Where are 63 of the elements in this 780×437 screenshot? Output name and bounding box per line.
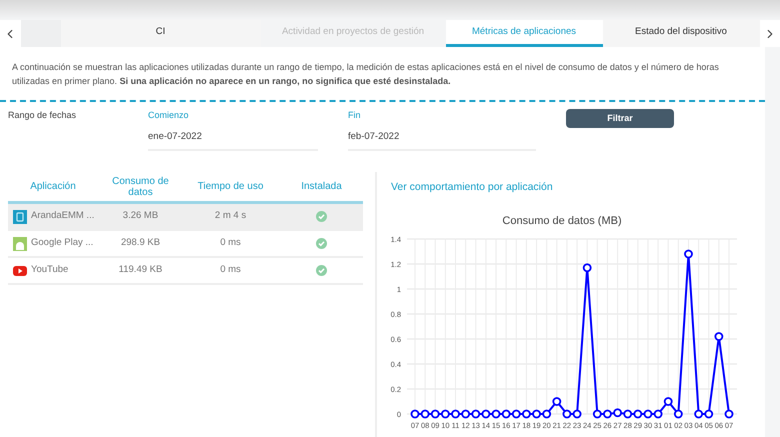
column-header: Instalada xyxy=(301,181,342,192)
data-point xyxy=(644,410,652,418)
description-text: A continuación se muestran las aplicaciones utilizadas durante un rango de tiempo, la medición de estas aplicaciones está en el nivel de consumo de datos y el número de horas utilizadas en primer plano. Si una aplicación no aparece en un rango, no significa que esté desinstalada. xyxy=(11,61,720,88)
app-name: Google Play ... xyxy=(31,236,94,250)
app-icon xyxy=(13,210,27,224)
data-point xyxy=(482,410,490,418)
start-date-field[interactable]: ene-07-2022 xyxy=(148,130,318,144)
next-tab-button[interactable] xyxy=(760,20,780,47)
data-point xyxy=(420,410,430,418)
previous-tab-button[interactable] xyxy=(0,20,20,47)
table-row[interactable]: ArandaEMM ... 3.26 MB 2 m 4 s xyxy=(8,204,363,231)
app-name: ArandaEMM ... xyxy=(31,209,94,224)
data-point xyxy=(664,397,673,406)
data-point xyxy=(562,410,572,418)
data-point xyxy=(582,263,592,272)
start-label: Comienzo xyxy=(148,109,190,122)
data-point xyxy=(694,410,704,418)
data-point xyxy=(471,410,480,418)
data-point xyxy=(623,410,632,418)
play-icon xyxy=(13,264,27,278)
data-point xyxy=(613,408,622,418)
date-range-label: Rango de fechas xyxy=(8,109,78,122)
end-label: Fin xyxy=(348,109,362,122)
data-point xyxy=(552,397,562,406)
table-cell-text: 0 ms xyxy=(219,236,242,250)
data-point xyxy=(592,410,602,418)
data-point xyxy=(542,410,552,418)
data-point xyxy=(674,410,683,418)
chart-title: Consumo de datos (MB) xyxy=(502,215,622,227)
table-cell-text: 119.49 KB xyxy=(118,263,164,278)
data-point xyxy=(724,410,734,418)
data-point xyxy=(502,410,511,418)
column-header: Tiempo de uso xyxy=(198,181,264,192)
tab[interactable]: Métricas de aplicaciones xyxy=(446,20,602,47)
data-point xyxy=(440,410,450,418)
table-cell-text: 3.26 MB xyxy=(122,209,160,224)
data-point xyxy=(461,410,470,418)
end-date-field[interactable]: feb-07-2022 xyxy=(348,130,536,144)
data-point xyxy=(532,410,541,418)
tab[interactable]: Estado del dispositivo xyxy=(602,20,760,47)
tab[interactable]: CI xyxy=(60,20,260,47)
app-name: YouTube xyxy=(31,263,68,278)
filter-button[interactable]: Filtrar xyxy=(566,109,674,128)
data-point xyxy=(451,410,460,418)
data-point xyxy=(603,410,612,418)
android-icon xyxy=(13,236,27,250)
column-header: Consumo de datos xyxy=(111,176,170,198)
data-point xyxy=(512,410,521,418)
data-point xyxy=(654,410,662,418)
table-cell-text: 0 ms xyxy=(219,263,242,278)
data-point xyxy=(714,332,724,341)
table-cell-text: 2 m 4 s xyxy=(214,209,248,224)
data-point xyxy=(430,410,440,418)
data-point xyxy=(704,410,714,418)
chart-link[interactable]: Ver comportamiento por aplicación xyxy=(377,172,765,202)
data-point xyxy=(684,250,693,258)
column-header: Aplicación xyxy=(30,181,76,192)
data-point xyxy=(492,410,500,418)
data-point xyxy=(572,410,582,418)
data-point xyxy=(410,410,420,418)
table-cell-text: 298.9 KB xyxy=(120,236,162,250)
data-point xyxy=(633,410,642,418)
data-point xyxy=(522,410,531,418)
